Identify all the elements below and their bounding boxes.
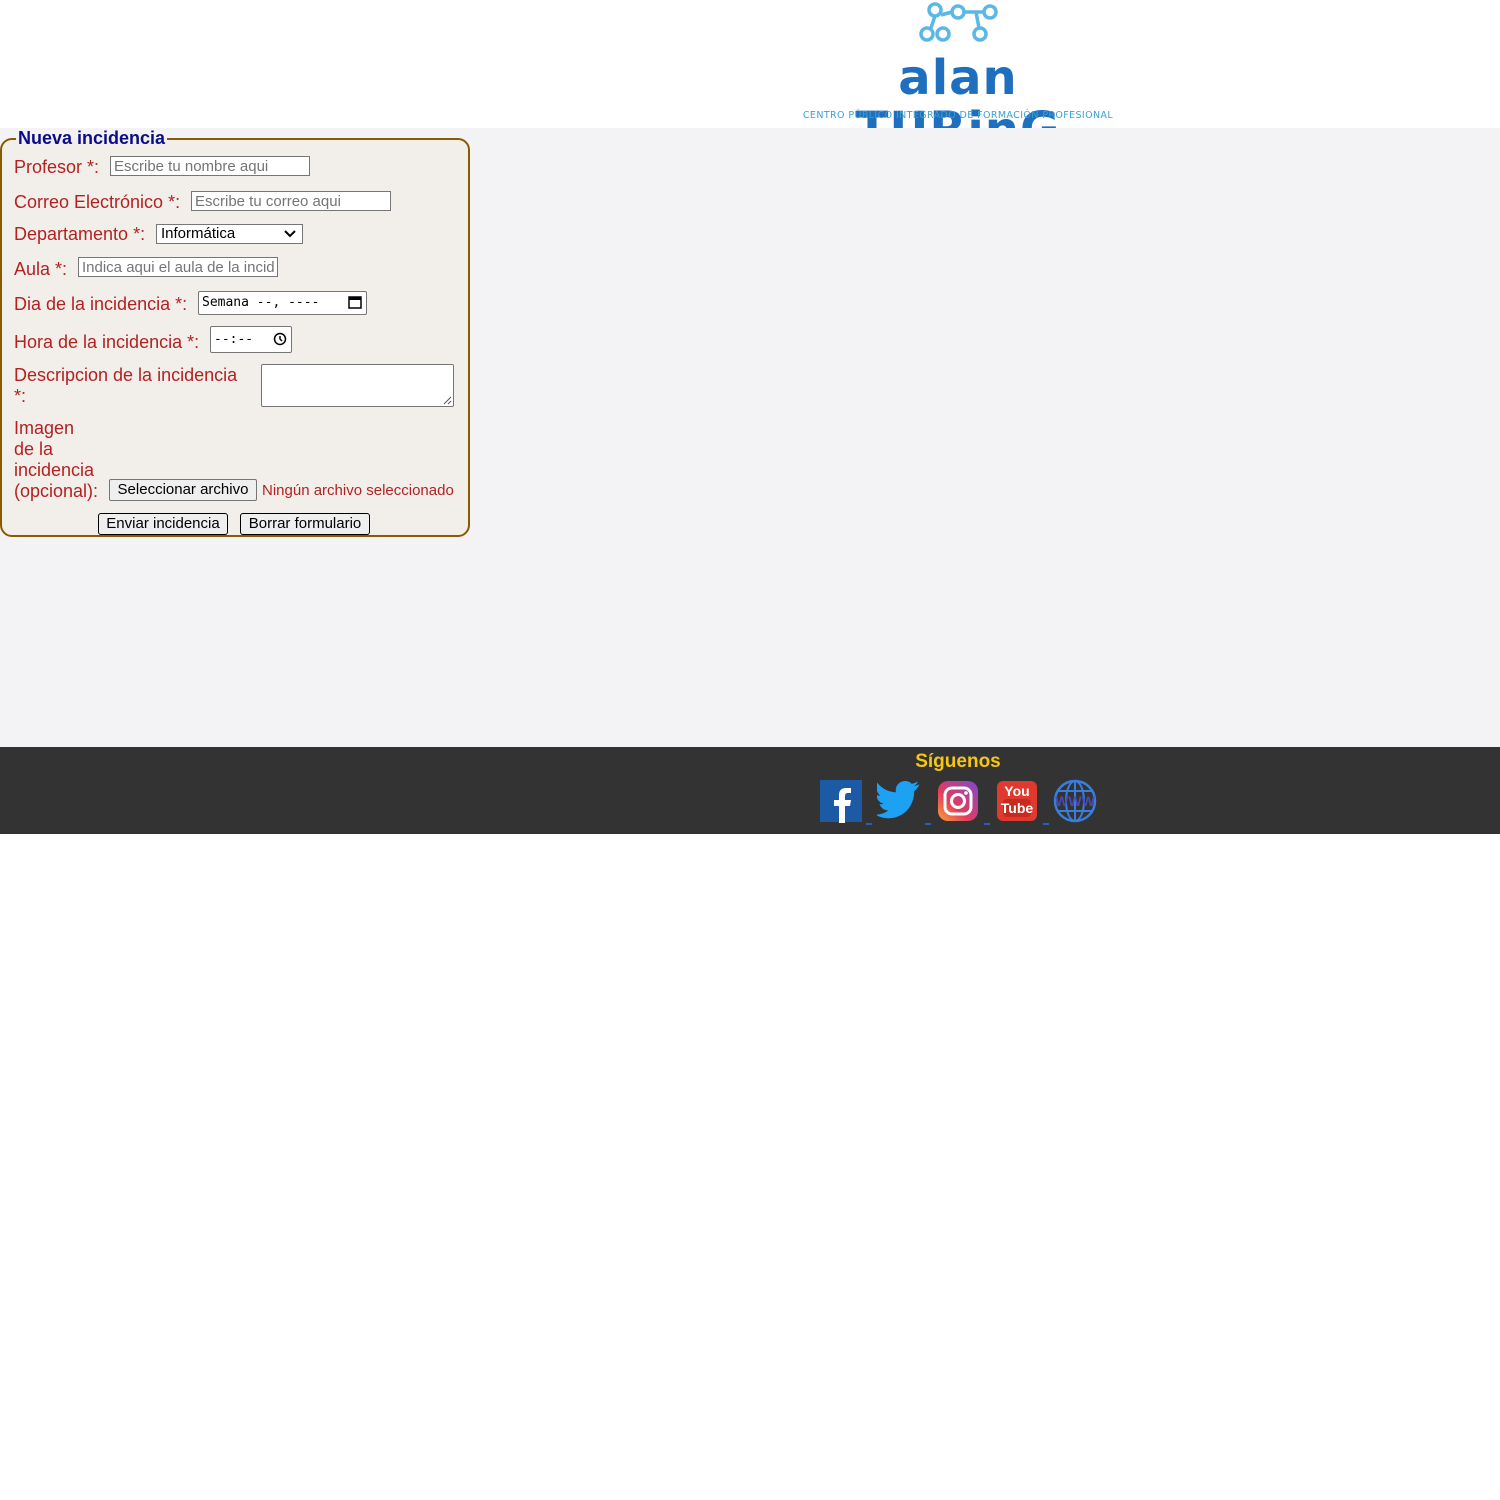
- reset-form-button[interactable]: Borrar formulario: [240, 513, 370, 535]
- site-footer: Síguenos You Tube WWW: [0, 747, 1500, 834]
- www-icon-text: WWW: [1055, 793, 1095, 809]
- profesor-label: Profesor *:: [14, 157, 100, 177]
- imagen-label-line1: Imagen: [14, 418, 75, 438]
- email-field[interactable]: Escribe tu correo aqui: [191, 191, 391, 211]
- submit-incident-button[interactable]: Enviar incidencia: [98, 513, 228, 535]
- facebook-icon[interactable]: [819, 779, 863, 823]
- calendar-icon[interactable]: [348, 295, 362, 309]
- profesor-input[interactable]: Escribe tu nombre aqui: [110, 156, 310, 176]
- clock-icon[interactable]: [273, 332, 287, 346]
- imagen-label-line4: (opcional):: [14, 481, 99, 501]
- departamento-label: Departamento *:: [14, 224, 146, 244]
- time-input[interactable]: --:--: [210, 326, 292, 353]
- date-input[interactable]: Semana --, ----: [198, 291, 367, 315]
- descripcion-label-line1: Descripcion de la incidencia: [14, 365, 238, 385]
- hora-label: Hora de la incidencia *:: [14, 332, 200, 352]
- main-content: Nueva incidencia Profesor *: Escribe tu …: [0, 128, 1500, 747]
- youtube-icon[interactable]: You Tube: [995, 779, 1039, 823]
- link-underline: [1043, 823, 1049, 825]
- follow-us-title: Síguenos: [915, 751, 1001, 772]
- descripcion-textarea[interactable]: [261, 364, 454, 407]
- correo-label: Correo Electrónico *:: [14, 192, 181, 212]
- chevron-down-icon: [284, 230, 296, 238]
- departamento-select[interactable]: Informática: [156, 224, 303, 244]
- instagram-icon[interactable]: [936, 779, 980, 823]
- logo-molecule-icon: [919, 2, 998, 42]
- file-status-text: Ningún archivo seleccionado: [262, 482, 454, 499]
- link-underline: [984, 823, 990, 825]
- departamento-selected-value: Informática: [161, 225, 236, 242]
- twitter-icon[interactable]: [877, 779, 921, 823]
- www-icon[interactable]: WWW: [1053, 779, 1097, 823]
- dia-label: Dia de la incidencia *:: [14, 294, 188, 314]
- select-file-button[interactable]: Seleccionar archivo: [109, 479, 257, 501]
- imagen-label-line2: de la: [14, 439, 54, 459]
- resize-handle-icon[interactable]: [442, 395, 452, 405]
- site-header: alan TURinG CENTRO PÚBLICO INTEGRADO DE …: [0, 0, 1500, 156]
- imagen-label-line3: incidencia: [14, 460, 95, 480]
- date-input-value: Semana --, ----: [202, 295, 320, 310]
- youtube-icon-text-you: You: [1004, 783, 1029, 799]
- link-underline: [866, 823, 872, 825]
- aula-input[interactable]: Indica aqui el aula de la incid: [78, 257, 278, 277]
- form-legend: Nueva incidencia: [18, 128, 166, 148]
- link-underline: [925, 823, 931, 825]
- time-input-value: --:--: [214, 332, 254, 347]
- descripcion-label-line2: *:: [14, 386, 27, 406]
- logo-subtitle: CENTRO PÚBLICO INTEGRADO DE FORMACIÓN PR…: [802, 110, 1114, 121]
- alan-turing-logo[interactable]: alan TURinG CENTRO PÚBLICO INTEGRADO DE …: [790, 0, 1126, 156]
- youtube-icon-text-tube: Tube: [1001, 800, 1034, 816]
- aula-label: Aula *:: [14, 259, 68, 279]
